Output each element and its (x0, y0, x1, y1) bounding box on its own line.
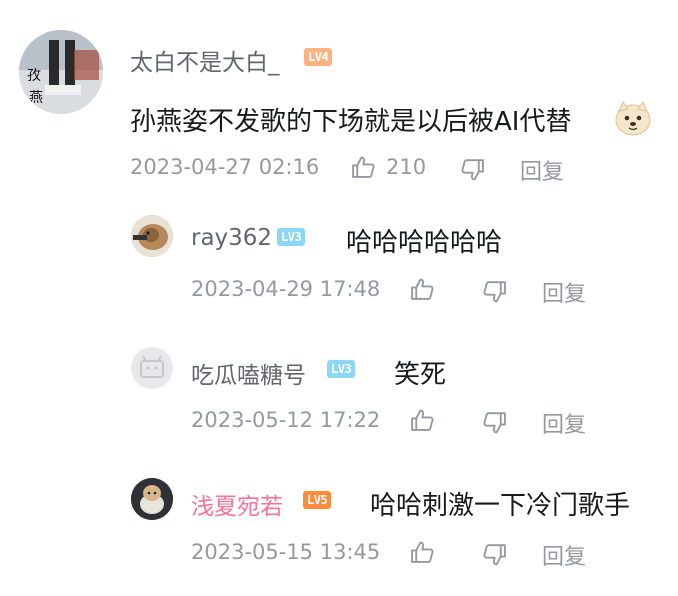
avatar[interactable] (131, 347, 173, 389)
like-count: 210 (386, 155, 427, 179)
username[interactable]: 太白不是大白_ (130, 43, 280, 77)
reply-time: 2023-05-12 17:22 (191, 408, 381, 432)
level-badge: LV3 (327, 360, 356, 378)
reply-button[interactable]: 回复 (542, 539, 586, 571)
comment-time: 2023-04-27 02:16 (130, 155, 320, 179)
avatar[interactable]: 孜 燕 (19, 30, 103, 114)
reply-content: 哈哈哈哈哈哈 (346, 228, 503, 258)
username[interactable]: 吃瓜嗑糖号 (191, 356, 306, 390)
comment-text: 孙燕姿不发歌的下场就是以后被AI代替 (130, 101, 571, 138)
dislike-icon[interactable] (482, 410, 507, 435)
reply-button[interactable]: 回复 (542, 407, 586, 439)
reply-button[interactable]: 回复 (542, 276, 586, 308)
like-icon[interactable] (410, 408, 435, 433)
level-badge: LV4 (304, 48, 333, 66)
username[interactable]: ray362 (191, 225, 272, 251)
doge-emoji-icon (614, 99, 652, 137)
svg-text:孜: 孜 (27, 68, 41, 84)
username[interactable]: 浅夏宛若 (191, 487, 283, 521)
reply-time: 2023-04-29 17:48 (191, 277, 381, 301)
dislike-icon[interactable] (482, 542, 507, 567)
svg-text:燕: 燕 (29, 90, 43, 106)
avatar[interactable] (131, 215, 173, 257)
avatar[interactable] (131, 478, 173, 520)
reply-content: 哈哈刺激一下冷门歌手 (370, 491, 631, 521)
dislike-icon[interactable] (460, 157, 485, 182)
reply-button[interactable]: 回复 (520, 154, 564, 186)
like-icon[interactable] (351, 155, 376, 180)
comment-content: 孙燕姿不发歌的下场就是以后被AI代替 (130, 107, 572, 137)
like-icon[interactable] (410, 540, 435, 565)
dislike-icon[interactable] (482, 279, 507, 304)
level-badge: LV3 (277, 228, 306, 246)
level-badge: LV5 (303, 491, 332, 509)
like-icon[interactable] (410, 277, 435, 302)
reply-content: 笑死 (394, 360, 447, 390)
reply-time: 2023-05-15 13:45 (191, 540, 381, 564)
